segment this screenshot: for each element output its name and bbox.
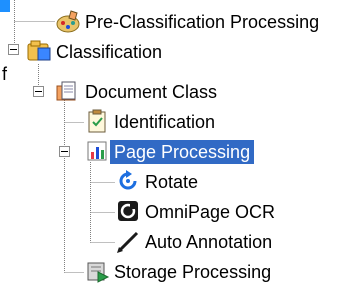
storage-icon (87, 262, 110, 283)
tree-item-label: Auto Annotation (145, 232, 273, 252)
tree-item-label: Rotate (145, 172, 199, 192)
cropped-icon (0, 0, 10, 12)
tree-item-label: Pre-Classification Processing (85, 12, 320, 32)
tree-item-label: Storage Processing (114, 262, 272, 282)
document-folder-icon (56, 81, 76, 101)
omnipage-icon (118, 201, 138, 221)
tree-item-label: Identification (114, 112, 216, 132)
tree-item-document-class[interactable]: Document Class (55, 78, 275, 106)
rotate-icon (119, 170, 137, 190)
palette-icon (56, 10, 80, 33)
tree-item-pre-classification-processing[interactable]: Pre-Classification Processing (55, 8, 339, 36)
process-tree: f Pre-Classification Processing Classifi… (0, 0, 339, 291)
collapse-toggle-document-class[interactable] (33, 86, 44, 97)
classification-folder-icon (27, 40, 51, 61)
tree-item-label: Document Class (85, 82, 218, 102)
tree-item-label: Page Processing (110, 140, 255, 164)
tree-item-storage-processing[interactable]: Storage Processing (84, 258, 339, 286)
tree-item-label: OmniPage OCR (145, 202, 276, 222)
tree-item-rotate[interactable]: Rotate (115, 168, 315, 196)
tree-item-omnipage-ocr[interactable]: OmniPage OCR (115, 198, 339, 226)
tree-item-classification[interactable]: Classification (26, 38, 246, 66)
collapse-toggle-page-processing[interactable] (59, 146, 70, 157)
collapse-toggle-classification[interactable] (8, 44, 19, 55)
tree-item-identification[interactable]: Identification (84, 108, 304, 136)
tree-item-auto-annotation[interactable]: Auto Annotation (115, 228, 339, 256)
bar-chart-icon (87, 141, 107, 161)
pencil-icon (117, 231, 139, 253)
tree-item-page-processing[interactable]: Page Processing (84, 138, 324, 166)
clipboard-check-icon (88, 109, 106, 133)
tree-item-label: Classification (56, 42, 163, 62)
cropped-text: f (2, 64, 8, 84)
